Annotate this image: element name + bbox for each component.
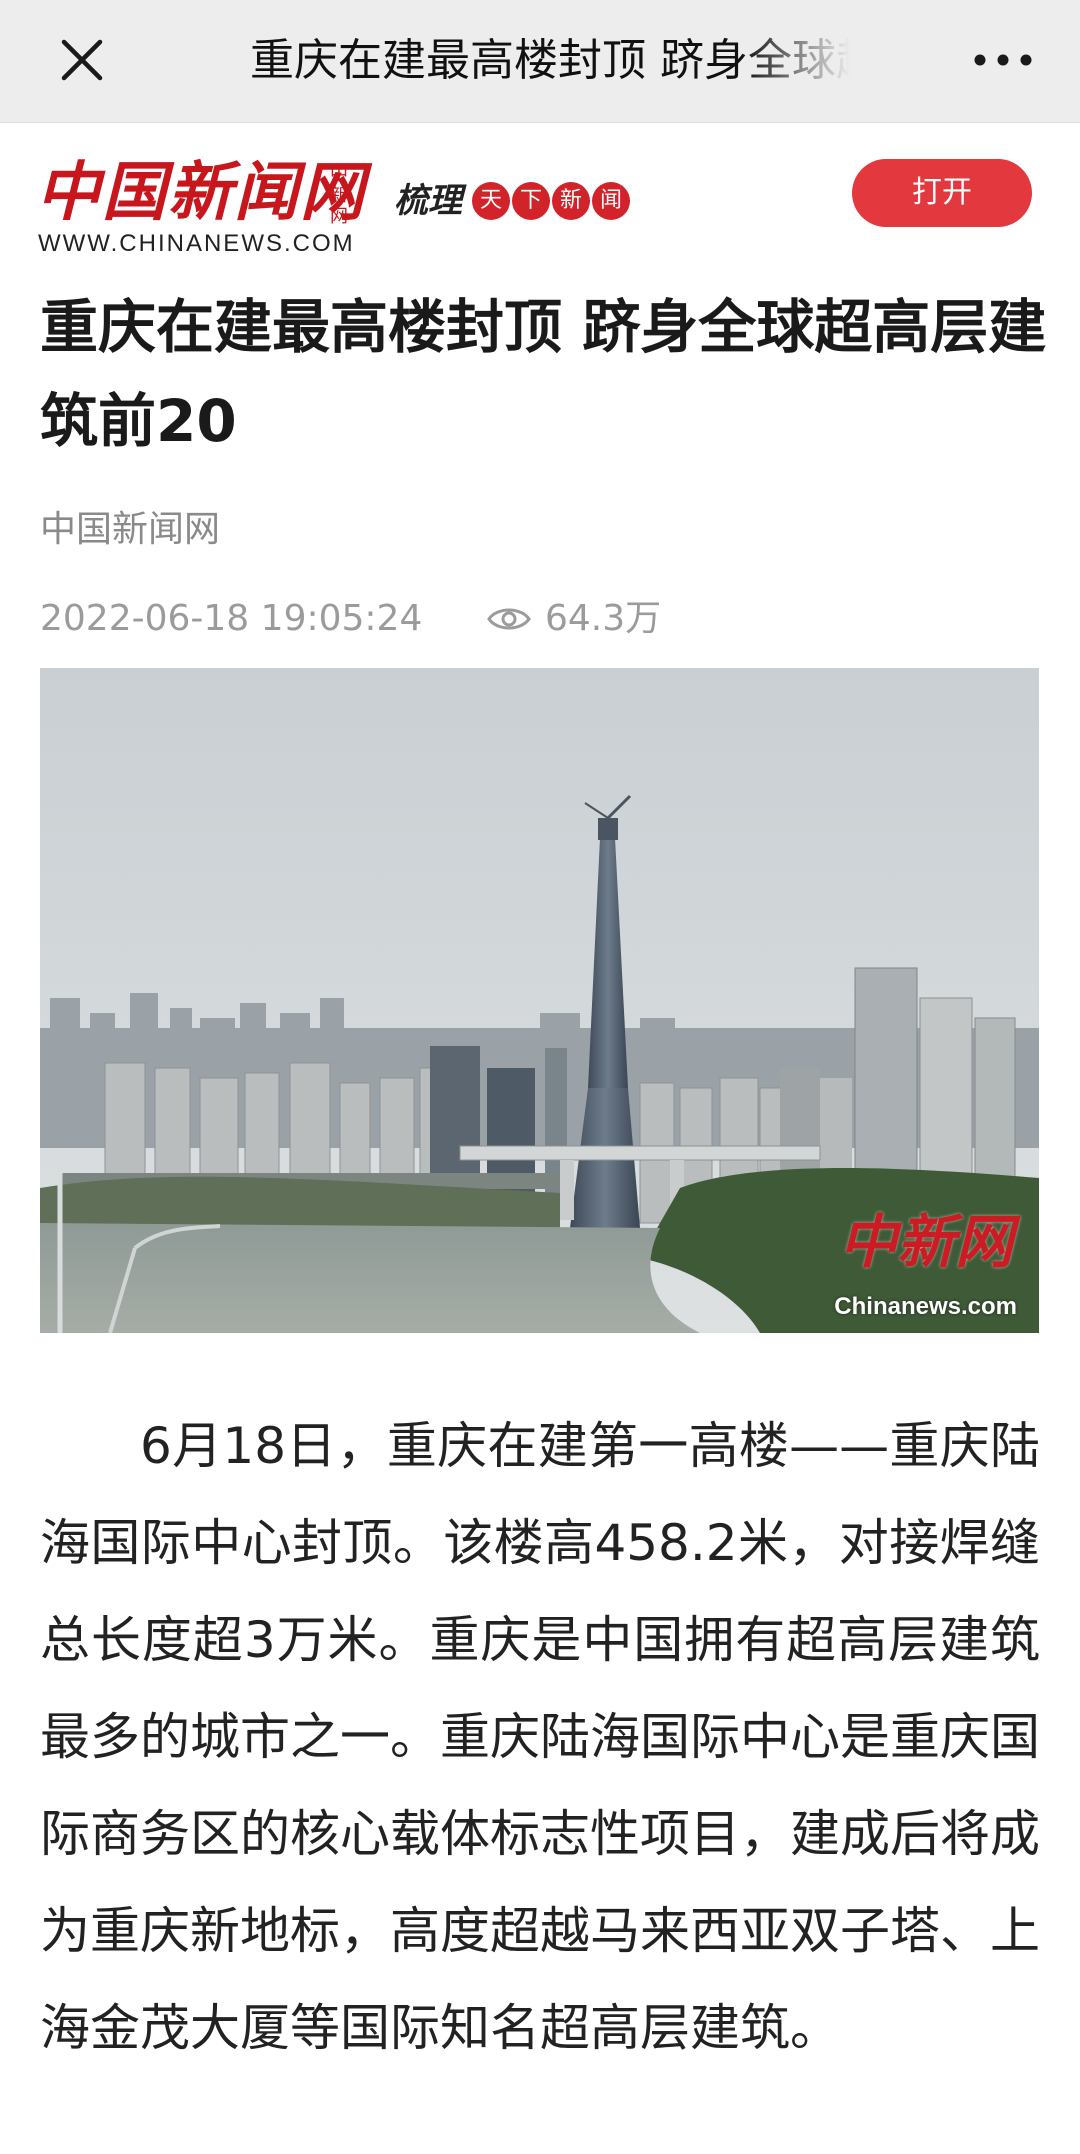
nav-title: 重庆在建最高楼封顶 跻身全球超高层建筑前20 xyxy=(250,35,850,86)
slogan-badges: 天 下 新 闻 xyxy=(472,182,630,220)
photo-watermark-url: Chinanews.com xyxy=(834,1293,1017,1320)
slogan-badge: 新 xyxy=(552,182,590,220)
article-source[interactable]: 中国新闻网 xyxy=(40,505,220,555)
more-icon xyxy=(974,54,1032,66)
photo-watermark: 中新网 xyxy=(838,1208,1013,1276)
eye-icon xyxy=(487,608,531,630)
close-icon xyxy=(61,39,103,81)
brand-logo: 中国新闻网 中新网 WWW.CHINANEWS.COM xyxy=(36,158,436,258)
slogan-badge: 闻 xyxy=(592,182,630,220)
article-headline: 重庆在建最高楼封顶 跻身全球超高层建筑前20 xyxy=(40,293,1047,455)
open-app-button[interactable]: 打开 xyxy=(852,159,1032,227)
article-timestamp: 2022-06-18 19:05:24 xyxy=(40,598,423,639)
slogan-badge: 天 xyxy=(472,182,510,220)
article-photo[interactable]: 中新网 Chinanews.com xyxy=(40,668,1039,1333)
brand-name: 中国新闻网 xyxy=(36,155,366,230)
view-count: 64.3万 xyxy=(545,598,662,639)
more-button[interactable] xyxy=(968,40,1038,80)
article-body: 6月18日，重庆在建第一高楼——重庆陆海国际中心封顶。该楼高458.2米，对接焊… xyxy=(40,1417,1040,2057)
top-nav-bar: 重庆在建最高楼封顶 跻身全球超高层建筑前20 xyxy=(0,0,1080,123)
brand-url: WWW.CHINANEWS.COM xyxy=(38,230,355,257)
slogan-prefix: 梳理 xyxy=(394,181,462,221)
slogan-badge: 下 xyxy=(512,182,550,220)
close-button[interactable] xyxy=(50,34,114,88)
brand-side-text: 中新网 xyxy=(330,164,348,227)
